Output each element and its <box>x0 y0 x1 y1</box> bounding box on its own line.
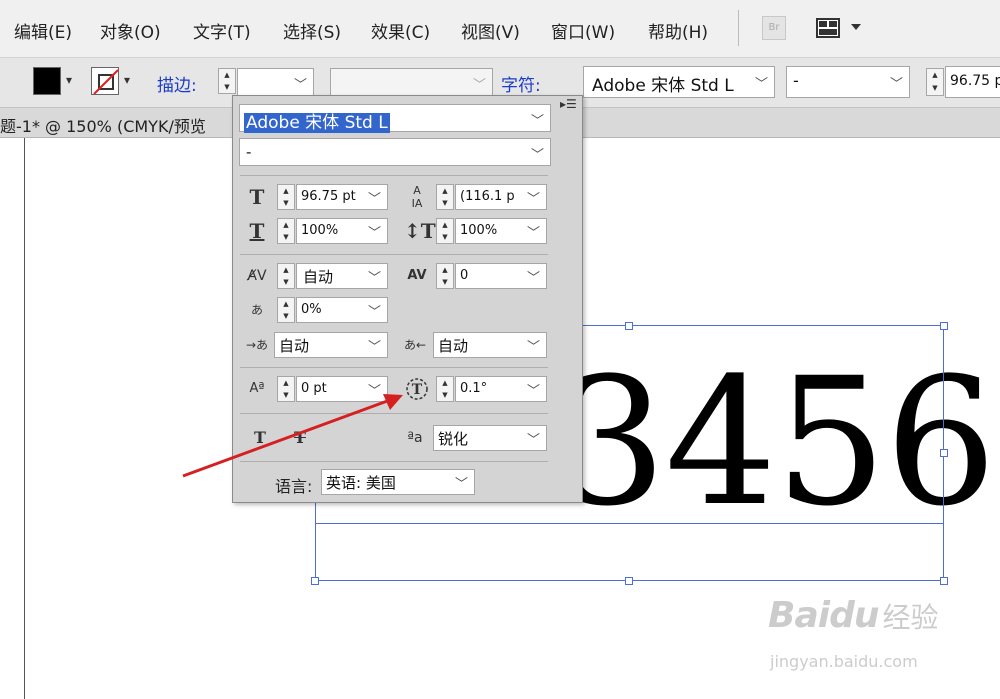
watermark-logo: Baidu <box>768 595 879 636</box>
watermark-logo-cn: 经验 <box>882 601 939 634</box>
baidu-watermark: Baidu 经验 <box>768 595 939 636</box>
watermark-url: jingyan.baidu.com <box>770 652 918 671</box>
